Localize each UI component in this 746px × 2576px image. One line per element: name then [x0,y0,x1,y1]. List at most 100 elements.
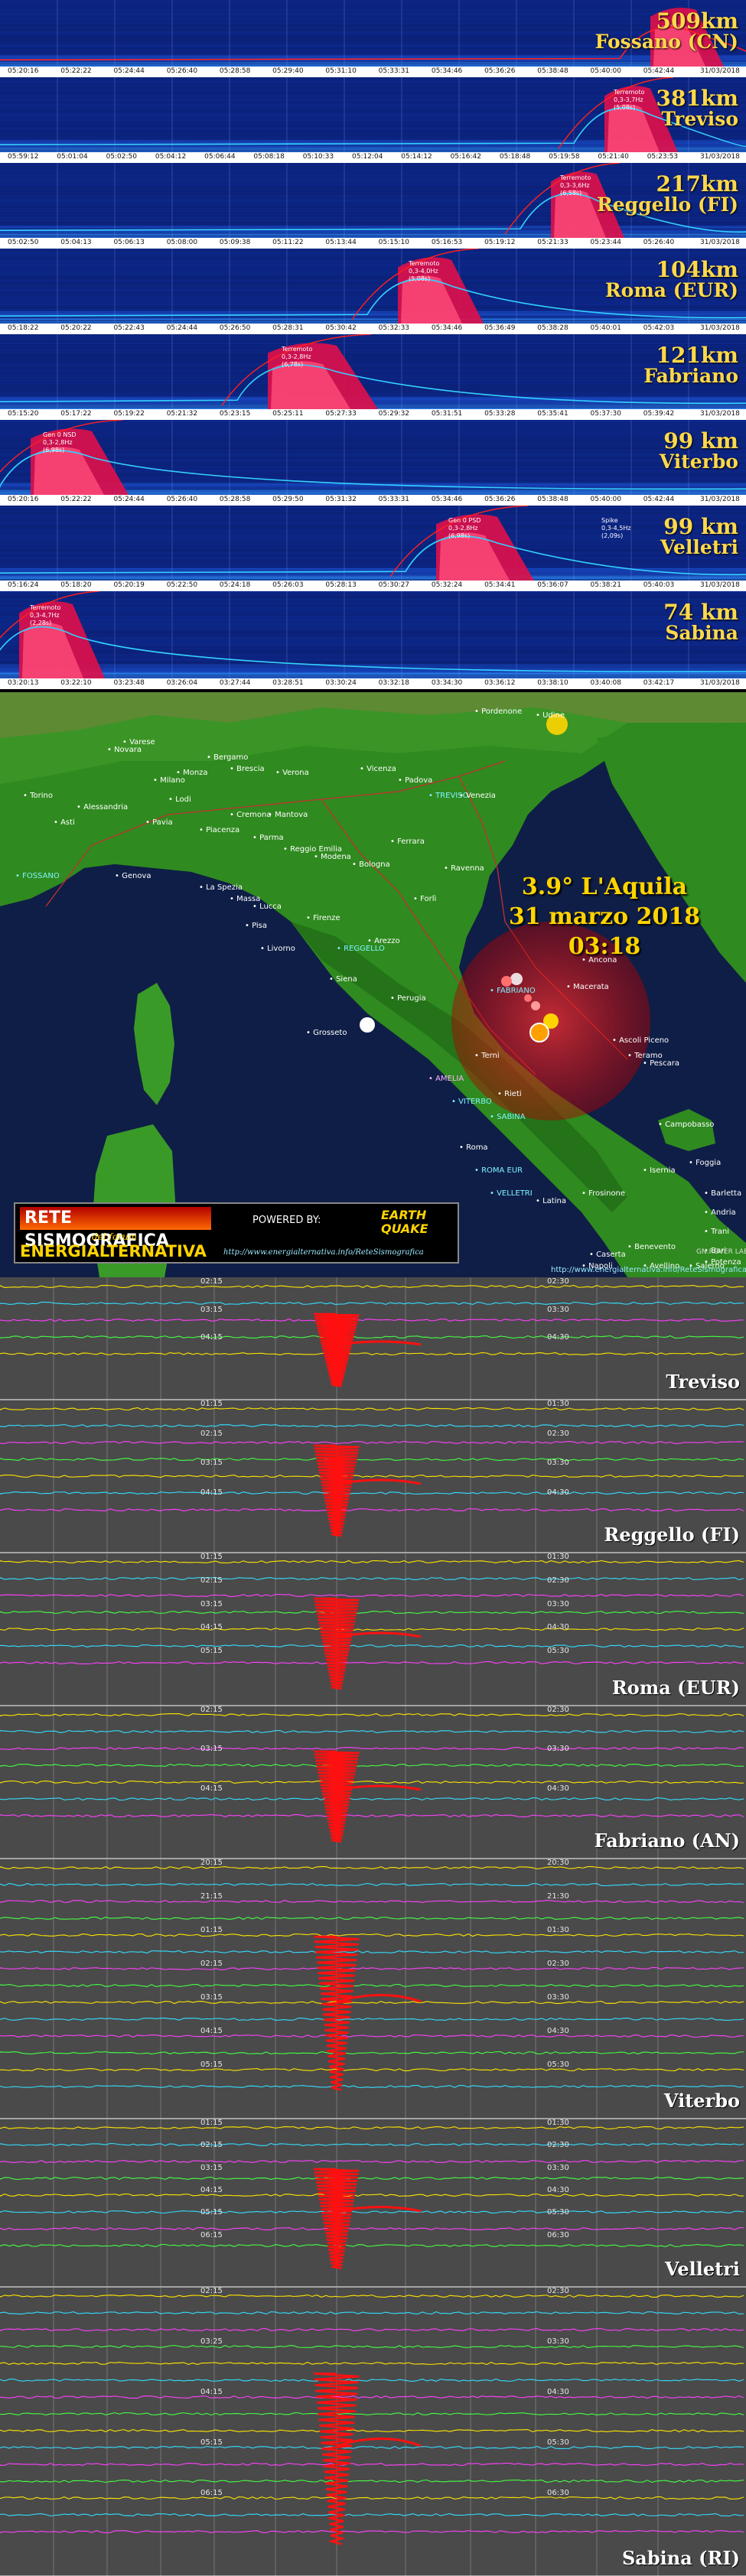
spectrogram-band [0,531,746,532]
panel-date: 31/03/2018 [700,324,740,332]
station-distance: 104km [605,259,738,281]
spectrogram-band [0,509,746,511]
time-tick: 05:23:15 [220,410,250,418]
city-label: • Asti [54,818,75,827]
time-tick: 05:23:53 [647,153,678,161]
spectrogram-band [0,535,746,536]
epicenter-map: • Pordenone • Udine • Vicenza • Padova • TRE… [0,692,746,1277]
time-tick: 05:26:03 [272,581,303,589]
spectrogram-band [0,434,746,435]
spectrogram-band [0,256,746,258]
earthquake-logo: EARTH QUAKE [381,1208,458,1235]
time-tick: 05:34:46 [432,496,462,503]
city-label: • Benevento [627,1243,676,1251]
spectrogram-band [0,532,746,533]
spectrogram-band [0,563,746,564]
time-tick: 05:18:48 [500,153,530,161]
seismogram-trace [0,1509,744,1511]
helicorder-time-left: 03:15 [200,1745,223,1753]
spectrogram-band [0,609,746,610]
spectrogram-band [0,358,746,359]
station-name: Viterbo [660,452,738,471]
event-annotation: 0,3-3,6Hz [560,182,590,189]
seismogram-trace [0,2211,744,2213]
city-label: • Varese [122,738,155,746]
city-label: • Ravenna [444,864,484,873]
time-tick: 05:01:04 [57,153,87,161]
seismogram-trace [0,1459,744,1461]
city-label: • Roma [459,1143,488,1152]
spectrogram-band [0,661,746,662]
time-tick: 05:26:40 [643,239,674,246]
spectrogram-band [0,436,746,437]
seismogram-trace [0,1408,744,1410]
helicorder-station-label: Viterbo [664,2090,740,2112]
time-tick: 05:33:31 [379,67,409,75]
logo-line1: RETE SISMOGRAFICA [20,1207,211,1230]
spectrogram-band [0,218,746,220]
time-tick: 05:31:10 [325,67,356,75]
time-axis: 05:20:16 05:22:22 05:24:44 05:26:40 05:28:58… [0,495,746,506]
time-tick: 05:23:44 [591,239,621,246]
time-tick: 05:34:41 [484,581,515,589]
helicorder-time-left: 06:15 [200,2489,223,2497]
quake-burst [314,1937,360,2090]
time-tick: 05:22:43 [113,324,144,332]
spectrogram-band [0,440,746,441]
spectrogram-band [0,424,746,425]
city-label: • Vicenza [360,765,396,773]
event-annotation: (2,28s) [30,620,51,626]
spectrogram-band [0,171,746,173]
spectrogram-band [0,636,746,638]
helicorder-time-right: 05:30 [547,2208,569,2217]
map-url[interactable]: http://www.energialternativa.info/ReteSi… [551,1266,746,1274]
spectrogram-band [0,336,746,337]
helicorder-time-right: 03:30 [547,2164,569,2172]
spectrogram-band [0,80,746,81]
helicorder-time-left: 04:15 [200,1623,223,1631]
helicorder-time-right: 04:30 [547,2027,569,2035]
time-tick: 05:20:16 [8,67,38,75]
time-tick: 05:36:26 [484,67,515,75]
city-label: • Brescia [230,765,265,773]
logo-url[interactable]: http://www.energialternativa.info/ReteSi… [223,1248,424,1257]
time-axis: 05:15:20 05:17:22 05:19:22 05:21:32 05:23:15… [0,409,746,420]
spectrogram-band [0,251,746,252]
spectrogram-band [0,593,746,594]
station-name: Treviso [656,109,738,128]
spectrogram-band [0,506,746,507]
time-tick: 03:22:10 [60,679,91,687]
helicorder-time-left: 01:15 [200,2119,223,2127]
helicorder-time-right: 21:30 [547,1892,569,1901]
event-annotation: Terremoto [560,174,591,181]
helicorder-time-left: 05:15 [200,2208,223,2217]
spectrogram-band [0,2,746,3]
spectrogram-band [0,383,746,385]
spectrogram-plot [0,420,746,506]
spectrogram-band [0,449,746,450]
time-tick: 05:20:19 [113,581,144,589]
event-annotation: 0,3-2,8Hz [43,439,73,446]
time-tick: 03:20:13 [8,679,38,687]
time-tick: 05:42:03 [643,324,674,332]
seismogram-trace [0,1662,744,1664]
panel-date: 31/03/2018 [700,679,740,687]
spectrogram-band [0,62,746,63]
spectrogram-band [0,507,746,509]
spectrogram-band [0,236,746,237]
helicorder-time-left: 02:15 [200,1706,223,1714]
spectrogram-band [0,254,746,255]
city-label: • Livorno [260,945,295,953]
time-tick: 05:36:26 [484,496,515,503]
spectrogram-band [0,635,746,636]
spectrogram-band [0,430,746,431]
spectrogram-band [0,623,746,625]
spectrogram-band [0,463,746,465]
spectrogram-band [0,385,746,387]
seismogram-trace [0,2127,744,2129]
helicorder-time-right: 05:30 [547,1647,569,1655]
spectrogram-band [0,622,746,623]
seismogram-trace [0,1561,744,1563]
time-tick: 05:27:33 [325,410,356,418]
quake-burst [314,1751,360,1842]
